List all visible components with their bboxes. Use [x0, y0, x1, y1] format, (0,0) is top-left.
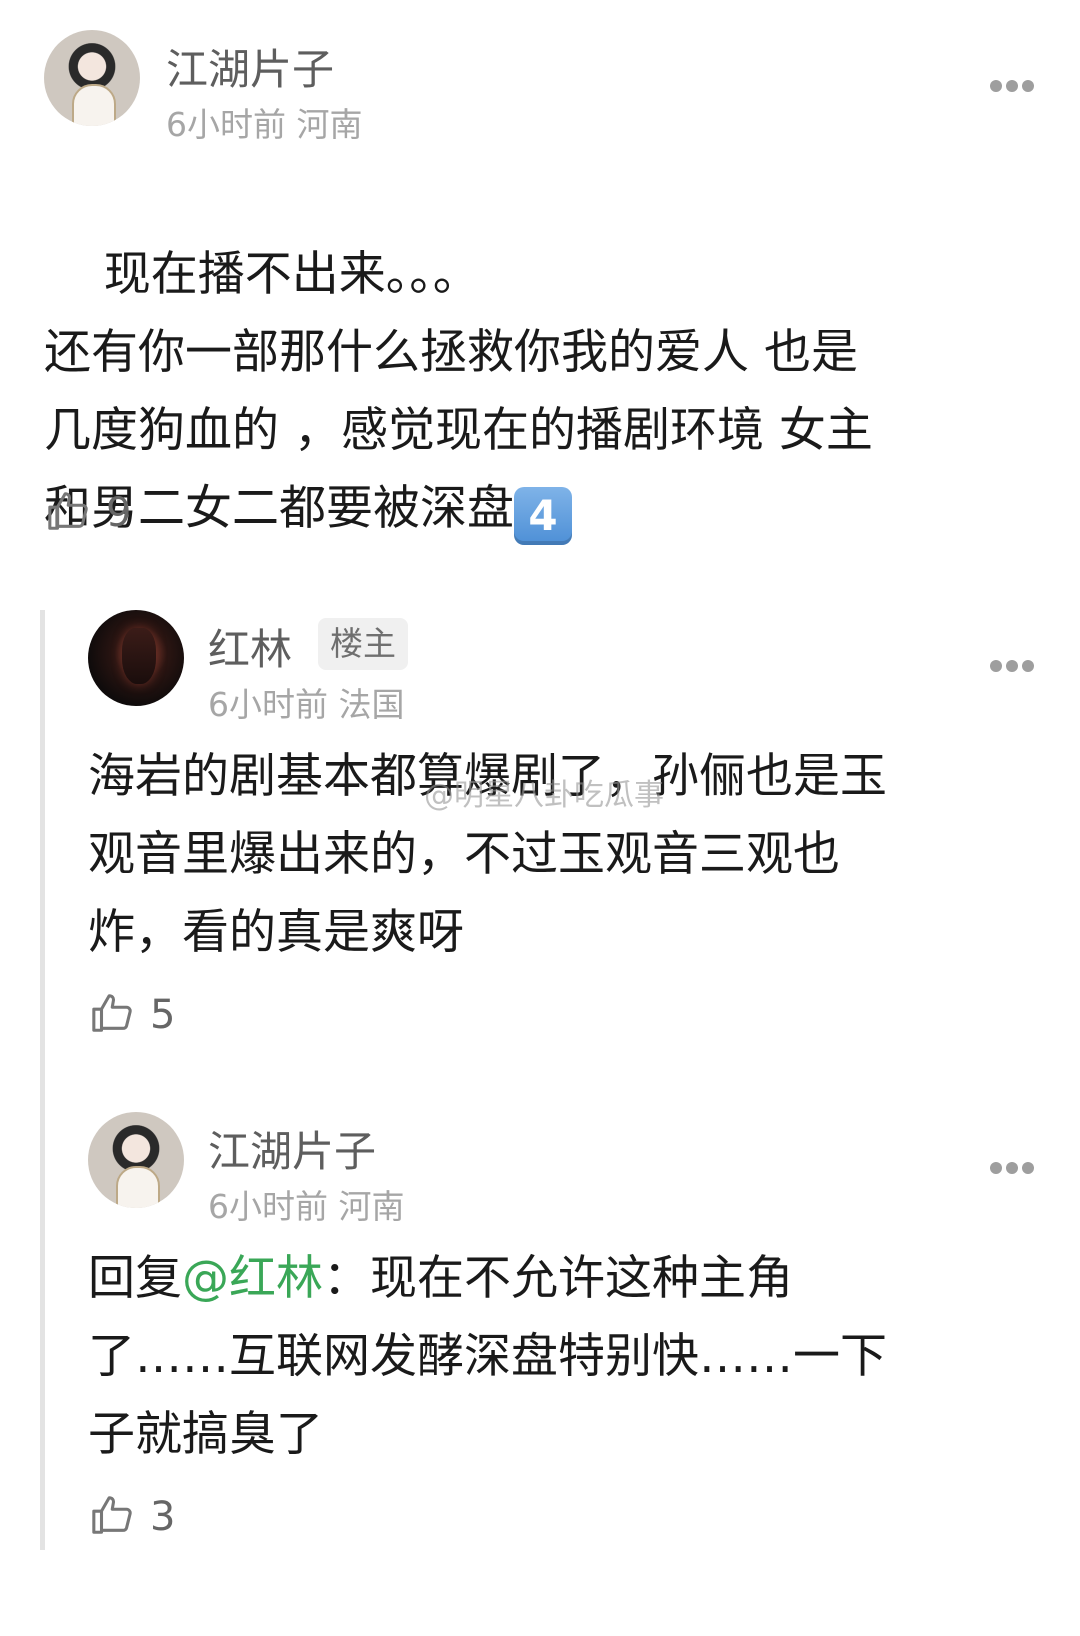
like-count: 3 — [150, 1494, 176, 1540]
timestamp-location: 6小时前 河南 — [208, 1187, 405, 1226]
comment-3: 江湖片子 6小时前 河南 回复@红林：现在不允许这种主角 了……互联网发酵深盘特… — [0, 0, 1080, 1636]
reply-prefix: 回复 — [88, 1251, 182, 1306]
more-options-icon[interactable] — [990, 1162, 1034, 1174]
mention-link[interactable]: @红林 — [182, 1251, 323, 1306]
username[interactable]: 江湖片子 — [208, 1118, 376, 1179]
thumbs-up-icon — [92, 1496, 132, 1534]
comment-text: 回复@红林：现在不允许这种主角 了……互联网发酵深盘特别快……一下 子就搞臭了 — [88, 1240, 1048, 1474]
avatar[interactable] — [88, 1112, 184, 1208]
